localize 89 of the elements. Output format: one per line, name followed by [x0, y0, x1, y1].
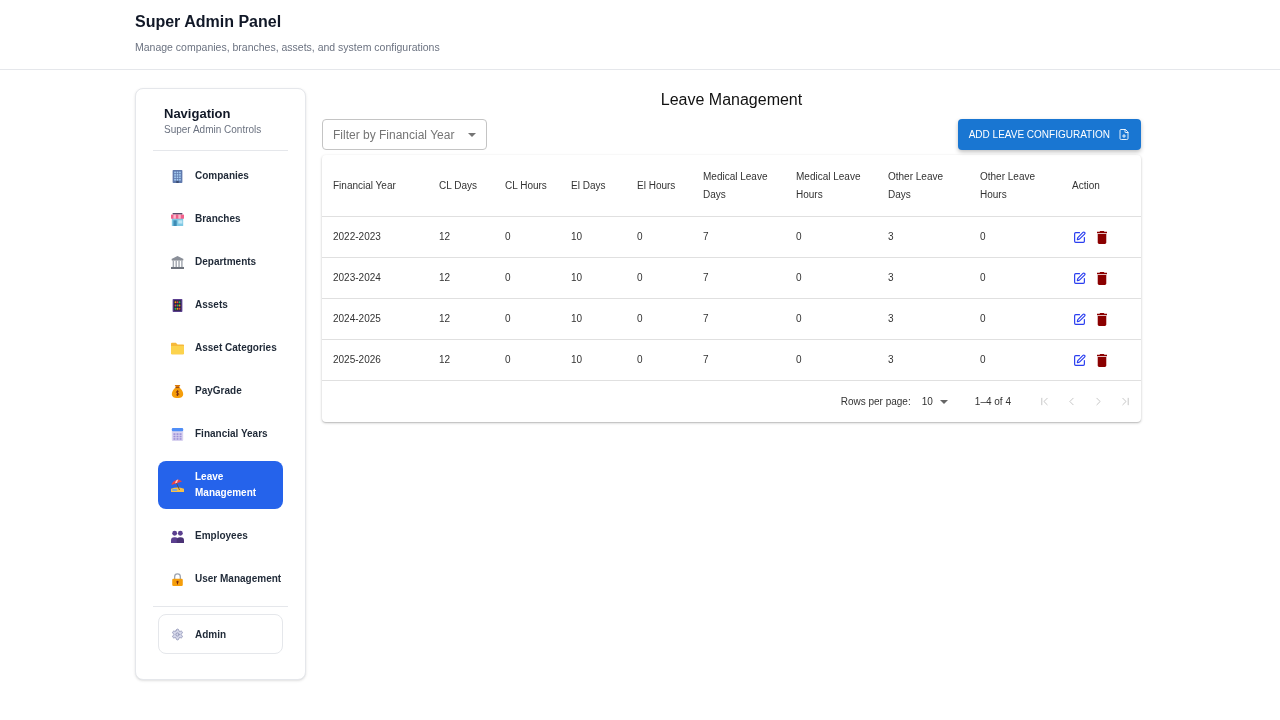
table-cell: 0 [796, 312, 802, 326]
table-cell: 0 [505, 271, 511, 285]
column-header: Financial Year [333, 178, 396, 193]
edit-icon[interactable] [1073, 230, 1086, 244]
table-cell: 10 [571, 230, 583, 244]
table-cell: 0 [637, 230, 643, 244]
table-cell: 2025-2026 [333, 353, 381, 367]
folder-icon [171, 341, 184, 355]
delete-icon[interactable] [1097, 230, 1107, 244]
column-header: Medical Leave Hours [796, 169, 862, 202]
table-cell: 10 [571, 353, 583, 367]
sidebar-item[interactable]: Branches [158, 203, 283, 235]
table-cell: 12 [439, 353, 451, 367]
table-cell: 3 [888, 271, 894, 285]
table-cell: 0 [637, 353, 643, 367]
edit-icon[interactable] [1073, 353, 1086, 367]
sidebar-item[interactable]: Companies [158, 160, 283, 192]
table-cell: 0 [796, 230, 802, 244]
delete-icon[interactable] [1097, 353, 1107, 367]
calendar-icon [171, 427, 184, 441]
table-cell: 0 [980, 230, 986, 244]
table-cell: 3 [888, 312, 894, 326]
office-building-icon [171, 169, 184, 183]
sidebar-title: Navigation [164, 105, 232, 123]
column-header: Action [1072, 178, 1100, 193]
column-header: El Hours [637, 178, 676, 193]
rows-per-page-select[interactable]: 10 [921, 394, 948, 409]
table-cell: 7 [703, 271, 709, 285]
table-cell: 0 [980, 353, 986, 367]
file-plus-icon [1118, 128, 1130, 141]
sidebar-item[interactable]: User Management [158, 563, 283, 595]
table-cell: 0 [796, 353, 802, 367]
table-cell: 3 [888, 353, 894, 367]
edit-icon[interactable] [1073, 312, 1086, 326]
caret-icon [468, 132, 476, 137]
column-header: Other Leave Days [888, 169, 945, 202]
app-subtitle: Manage companies, branches, assets, and system configurations [135, 40, 441, 55]
shop-icon [171, 212, 184, 226]
delete-icon[interactable] [1097, 312, 1107, 326]
table-cell: 12 [439, 230, 451, 244]
table-cell: 0 [796, 271, 802, 285]
section-title: Leave Management [659, 90, 804, 110]
columned-building-icon [171, 255, 184, 269]
financial-year-filter[interactable]: Filter by Financial Year [322, 119, 487, 150]
money-bag-icon [171, 384, 184, 398]
table-cell: 12 [439, 312, 451, 326]
app-title: Super Admin Panel [135, 12, 283, 32]
table-cell: 0 [980, 271, 986, 285]
caret-icon [939, 399, 948, 404]
table-cell: 2024-2025 [333, 312, 381, 326]
sidebar-item[interactable]: Departments [158, 246, 283, 278]
delete-icon[interactable] [1097, 271, 1107, 285]
table-cell: 7 [703, 230, 709, 244]
column-header: CL Days [439, 178, 477, 193]
table-cell: 7 [703, 353, 709, 367]
table-cell: 3 [888, 230, 894, 244]
abacus-icon [171, 298, 184, 312]
table-cell: 7 [703, 312, 709, 326]
sidebar-item[interactable]: Financial Years [158, 418, 283, 450]
padlock-icon [171, 572, 184, 586]
table-cell: 0 [980, 312, 986, 326]
sidebar-item[interactable]: PayGrade [158, 375, 283, 407]
page-range: 1–4 of 4 [974, 395, 1011, 409]
sidebar-subtitle: Super Admin Controls [164, 123, 263, 137]
add-configuration-button[interactable]: ADD LEAVE CONFIGURATION [957, 119, 1141, 150]
sidebar-item[interactable]: Assets [158, 289, 283, 321]
table-cell: 2023-2024 [333, 271, 381, 285]
sidebar-item[interactable]: Leave Management [158, 461, 283, 509]
people-icon [171, 529, 184, 543]
column-header: CL Hours [505, 178, 547, 193]
table-cell: 0 [637, 312, 643, 326]
column-header: El Days [571, 178, 606, 193]
column-header: Other Leave Hours [980, 169, 1037, 202]
table-cell: 10 [571, 312, 583, 326]
table-cell: 0 [505, 353, 511, 367]
table-cell: 12 [439, 271, 451, 285]
settings-icon [171, 627, 184, 641]
sidebar-item[interactable]: Employees [158, 520, 283, 552]
table-cell: 2022-2023 [333, 230, 381, 244]
sidebar-item[interactable]: Asset Categories [158, 332, 283, 364]
table-cell: 0 [505, 230, 511, 244]
table-cell: 10 [571, 271, 583, 285]
edit-icon[interactable] [1073, 271, 1086, 285]
table-cell: 0 [637, 271, 643, 285]
beach-umbrella-icon [171, 478, 184, 492]
admin-item[interactable]: Admin [158, 614, 283, 654]
table-cell: 0 [505, 312, 511, 326]
rows-per-page-label: Rows per page: [840, 395, 911, 409]
column-header: Medical Leave Days [703, 169, 769, 202]
